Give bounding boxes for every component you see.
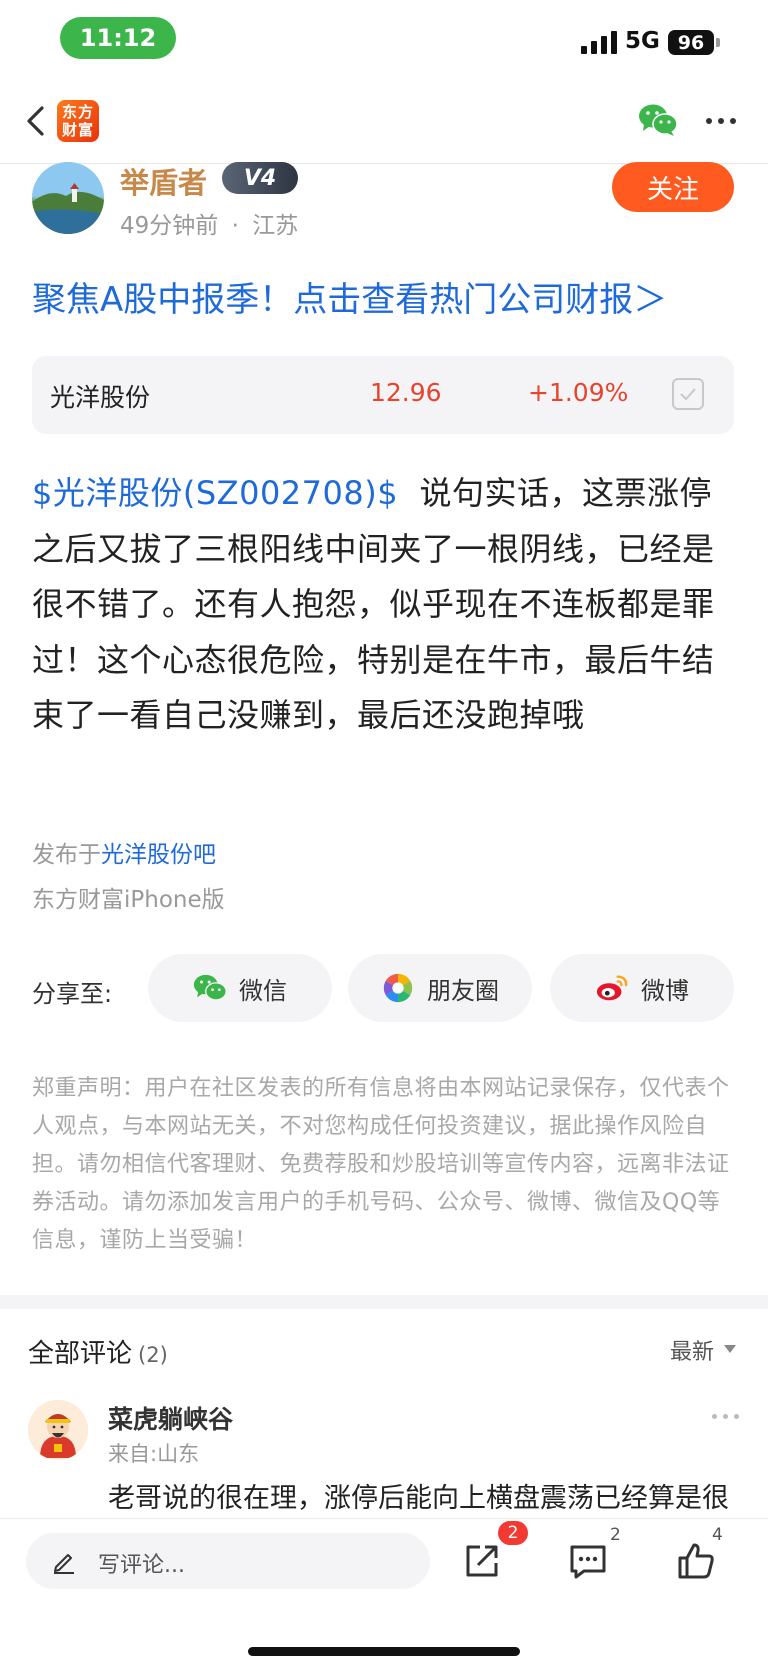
post-meta: 49分钟前 · 江苏 — [120, 206, 298, 240]
check-icon — [680, 388, 696, 401]
comment-input[interactable]: 写评论... — [26, 1533, 430, 1589]
client-info: 东方财富iPhone版 — [32, 887, 225, 913]
comments-title-label: 全部评论 — [28, 1339, 133, 1369]
commenter-avatar[interactable] — [28, 1400, 88, 1460]
commenter-location: 来自:山东 — [108, 1442, 200, 1466]
status-bar: 11:12 5G 96 — [0, 0, 768, 78]
stock-price: 12.96 — [370, 378, 442, 407]
comment-text: 老哥说的很在理，涨停后能向上横盘震荡已经算是很 — [108, 1483, 729, 1514]
follow-button[interactable]: 关注 — [612, 162, 734, 212]
fortune-god-avatar-image — [28, 1400, 88, 1460]
share-wechat-label: 微信 — [239, 976, 287, 1005]
author-location: 江苏 — [252, 213, 299, 239]
stock-change: +1.09% — [528, 378, 629, 407]
add-watchlist-checkbox[interactable] — [672, 378, 704, 410]
wechat-share-icon[interactable] — [638, 102, 678, 138]
battery-icon: 96 — [668, 30, 714, 55]
weibo-icon — [596, 975, 628, 1001]
comment-icon[interactable] — [568, 1541, 608, 1581]
pen-icon — [54, 1554, 74, 1574]
like-thumb-icon[interactable] — [676, 1541, 716, 1581]
post-time: 49分钟前 — [120, 213, 219, 239]
wechat-icon — [193, 974, 227, 1001]
share-label: 分享至: — [32, 980, 113, 1008]
comment-placeholder: 写评论... — [98, 1553, 185, 1578]
moments-icon — [383, 973, 413, 1003]
post-text: 说句实话，这票涨停之后又拔了三根阳线中间夹了一根阴线，已经是很不错了。还有人抱怨… — [32, 474, 715, 734]
post-body: $光洋股份(SZ002708)$ 说句实话，这票涨停之后又拔了三根阳线中间夹了一… — [32, 466, 738, 744]
forum-link[interactable]: 光洋股份吧 — [101, 842, 216, 868]
bottom-action-bar: 写评论... 2 2 4 — [0, 1518, 768, 1662]
share-moments-button[interactable]: 朋友圈 — [348, 954, 532, 1022]
comment-count: 2 — [610, 1525, 621, 1545]
user-level-badge: V4 — [222, 162, 298, 194]
author-name[interactable]: 举盾者 — [120, 160, 207, 202]
app-logo[interactable]: 东方财富 — [57, 100, 99, 142]
comments-title: 全部评论 (2) — [28, 1333, 168, 1370]
stock-name: 光洋股份 — [50, 383, 151, 412]
cellular-signal-icon — [581, 30, 617, 54]
promo-link[interactable]: 聚焦A股中报季！点击查看热门公司财报＞ — [32, 272, 667, 321]
share-count-badge: 2 — [498, 1521, 528, 1545]
comment-more-icon[interactable] — [712, 1414, 740, 1420]
stock-tag-link[interactable]: $光洋股份(SZ002708)$ — [32, 474, 398, 512]
stock-quote-card[interactable]: 光洋股份 12.96 +1.09% — [32, 356, 734, 434]
share-weibo-button[interactable]: 微博 — [550, 954, 734, 1022]
more-options-icon[interactable] — [706, 118, 738, 126]
battery-tip — [716, 38, 720, 47]
network-type: 5G — [625, 28, 660, 54]
published-in: 发布于光洋股份吧 — [32, 835, 216, 869]
back-arrow-icon[interactable] — [22, 104, 52, 138]
comments-count: (2) — [138, 1343, 168, 1367]
share-icon[interactable] — [462, 1541, 502, 1581]
avatar-landscape-image — [32, 162, 104, 234]
caret-down-icon[interactable] — [724, 1345, 736, 1353]
like-count: 4 — [712, 1525, 723, 1545]
share-wechat-button[interactable]: 微信 — [148, 954, 332, 1022]
share-moments-label: 朋友圈 — [427, 976, 499, 1005]
section-divider — [0, 1295, 768, 1309]
nav-bar: 东方财富 — [0, 78, 768, 164]
status-time: 11:12 — [60, 17, 176, 59]
app-logo-text: 东方财富 — [62, 103, 95, 139]
published-prefix: 发布于 — [32, 842, 101, 868]
meta-separator: · — [231, 213, 239, 239]
disclaimer-text: 郑重声明：用户在社区发表的所有信息将由本网站记录保存，仅代表个人观点，与本网站无… — [32, 1076, 730, 1253]
commenter-name[interactable]: 菜虎躺峡谷 — [108, 1400, 233, 1436]
home-indicator — [248, 1647, 520, 1656]
comment-sort-select[interactable]: 最新 — [670, 1334, 714, 1366]
share-weibo-label: 微博 — [641, 976, 689, 1005]
author-avatar[interactable] — [32, 162, 104, 234]
